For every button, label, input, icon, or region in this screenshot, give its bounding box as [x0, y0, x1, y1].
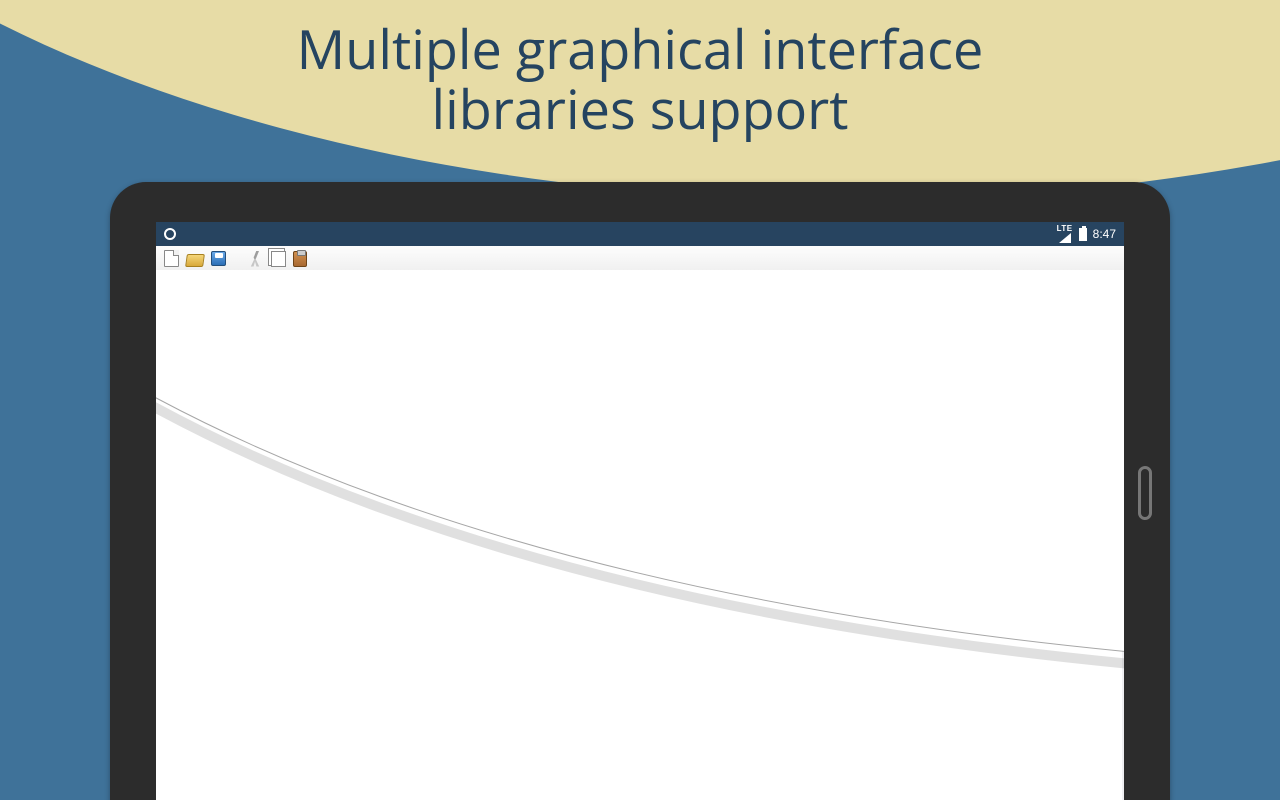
android-status-bar: LTE 8:47 [156, 222, 1124, 246]
promo-headline: Multiple graphical interface libraries s… [0, 18, 1280, 139]
battery-icon [1079, 228, 1087, 241]
lte-indicator: LTE [1057, 225, 1073, 233]
tablet-frame: do the . see your pane. Your few seconds… [110, 182, 1170, 800]
tablet-screen: do the . see your pane. Your few seconds… [156, 222, 1124, 800]
headline-line2: libraries support [432, 71, 849, 145]
editor-toolbar [156, 246, 1124, 272]
tablet-home-button[interactable] [1138, 466, 1152, 520]
pyside-label: PySide6 [874, 310, 1064, 381]
cut-icon[interactable] [248, 251, 262, 267]
new-file-icon[interactable] [164, 250, 179, 267]
paste-icon[interactable] [293, 251, 307, 267]
scroll-up-arrow-icon[interactable] [1112, 278, 1122, 290]
status-app-icon [164, 228, 176, 240]
signal-icon [1059, 233, 1071, 243]
open-file-icon[interactable] [185, 254, 205, 267]
status-clock: 8:47 [1093, 227, 1116, 241]
save-file-icon[interactable] [211, 251, 226, 266]
copy-icon[interactable] [271, 251, 286, 267]
